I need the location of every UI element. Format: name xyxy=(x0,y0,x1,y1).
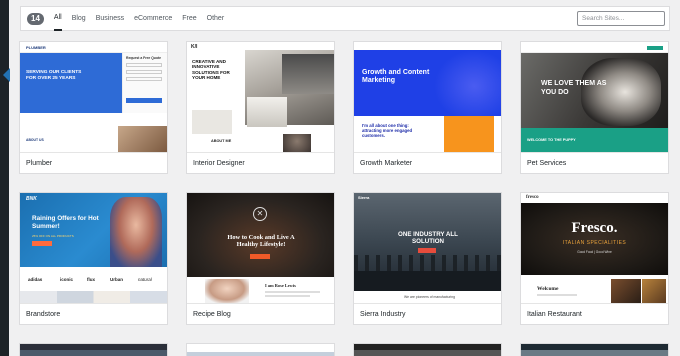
template-card-sierra-industry[interactable]: Sierra ONE INDUSTRY ALL SOLUTION We are … xyxy=(353,192,502,325)
template-count-badge: 14 xyxy=(27,12,44,25)
search-sites-input[interactable] xyxy=(577,11,665,26)
template-preview-brandstore[interactable]: BNK Raining Offers for Hot Summer! 25% O… xyxy=(20,193,167,303)
template-card-partial[interactable] xyxy=(186,343,335,356)
template-card-pet-services[interactable]: WE LOVE THEM AS YOU DO WELCOME TO THE PU… xyxy=(520,41,669,174)
fresco-welcome: Welcome xyxy=(537,286,559,292)
recipe-logo-icon: ✕ xyxy=(253,207,267,221)
sierra-headline: ONE INDUSTRY ALL SOLUTION xyxy=(398,231,458,246)
filter-tab-ecommerce[interactable]: eCommerce xyxy=(134,6,172,31)
brandstore-logo: BNK xyxy=(26,196,37,202)
filter-tab-free[interactable]: Free xyxy=(182,6,196,31)
template-card-brandstore[interactable]: BNK Raining Offers for Hot Summer! 25% O… xyxy=(19,192,168,325)
fresco-logo: fresco xyxy=(526,195,539,200)
fresco-tag: Good Food | Good Wine xyxy=(577,250,612,254)
template-name: Pet Services xyxy=(521,152,668,173)
interior-headline: CREATIVE AND INNOVATIVE SOLUTIONS FOR YO… xyxy=(192,59,230,81)
template-card-partial[interactable] xyxy=(353,343,502,356)
template-card-plumber[interactable]: PLUMBER SERVING OUR CLIENTS FOR OVER 25 … xyxy=(19,41,168,174)
template-name: Italian Restaurant xyxy=(521,303,668,324)
brandstore-sub: 25% OFF ON ALL PRODUCTS xyxy=(32,234,74,238)
template-card-growth-marketer[interactable]: Growth and Content Marketing I'm all abo… xyxy=(353,41,502,174)
template-name: Growth Marketer xyxy=(354,152,501,173)
template-card-partial[interactable] xyxy=(520,343,669,356)
template-preview-interior-designer[interactable]: K/I CREATIVE AND INNOVATIVE SOLUTIONS FO… xyxy=(187,42,334,152)
pet-headline: WE LOVE THEM AS YOU DO xyxy=(541,80,607,96)
sierra-sub: We are pioneers of manufacturing xyxy=(404,295,456,299)
template-preview-recipe-blog[interactable]: ✕ How to Cook and Live A Healthy Lifesty… xyxy=(187,193,334,303)
interior-about: ABOUT ME xyxy=(211,139,232,143)
template-name: Plumber xyxy=(20,152,167,173)
template-name: Recipe Blog xyxy=(187,303,334,324)
template-name: Sierra Industry xyxy=(354,303,501,324)
current-menu-arrow-icon xyxy=(3,68,10,82)
growth-headline: Growth and Content Marketing xyxy=(362,69,430,84)
sierra-logo: Sierra xyxy=(358,195,370,200)
template-name: Brandstore xyxy=(20,303,167,324)
template-card-recipe-blog[interactable]: ✕ How to Cook and Live A Healthy Lifesty… xyxy=(186,192,335,325)
template-preview-plumber[interactable]: PLUMBER SERVING OUR CLIENTS FOR OVER 25 … xyxy=(20,42,167,152)
plumber-about: ABOUT US xyxy=(26,138,44,142)
growth-tagline: I'm all about one thing: attracting more… xyxy=(362,123,413,139)
filter-tab-all[interactable]: All xyxy=(53,6,62,31)
plumber-logo: PLUMBER xyxy=(26,45,46,50)
template-card-italian-restaurant[interactable]: fresco Fresco. ITALIAN SPECIALITIES Good… xyxy=(520,192,669,325)
brandstore-headline: Raining Offers for Hot Summer! xyxy=(32,215,99,230)
template-preview-italian-restaurant[interactable]: fresco Fresco. ITALIAN SPECIALITIES Good… xyxy=(521,193,668,303)
pet-banner: WELCOME TO THE PUPPY xyxy=(527,138,576,142)
plumber-form-title: Request a Free Quote xyxy=(126,56,162,60)
template-preview-pet-services[interactable]: WE LOVE THEM AS YOU DO WELCOME TO THE PU… xyxy=(521,42,668,152)
template-preview-sierra-industry[interactable]: Sierra ONE INDUSTRY ALL SOLUTION We are … xyxy=(354,193,501,303)
filter-tab-blog[interactable]: Blog xyxy=(72,6,86,31)
template-card-partial[interactable] xyxy=(19,343,168,356)
template-card-interior-designer[interactable]: K/I CREATIVE AND INNOVATIVE SOLUTIONS FO… xyxy=(186,41,335,174)
template-preview-growth-marketer[interactable]: Growth and Content Marketing I'm all abo… xyxy=(354,42,501,152)
filter-bar: 14 All Blog Business eCommerce Free Othe… xyxy=(20,6,670,31)
interior-logo: K/I xyxy=(191,44,198,50)
filter-tab-business[interactable]: Business xyxy=(96,6,124,31)
admin-sidebar-edge xyxy=(0,0,10,356)
plumber-headline: SERVING OUR CLIENTS FOR OVER 25 YEARS xyxy=(26,70,82,81)
fresco-headline: Fresco. xyxy=(571,220,618,236)
fresco-sub: ITALIAN SPECIALITIES xyxy=(562,240,627,246)
recipe-headline: How to Cook and Live A Healthy Lifestyle… xyxy=(227,234,295,249)
template-name: Interior Designer xyxy=(187,152,334,173)
recipe-sub: I am Rose Lewis xyxy=(265,283,296,288)
filter-tab-other[interactable]: Other xyxy=(207,6,225,31)
